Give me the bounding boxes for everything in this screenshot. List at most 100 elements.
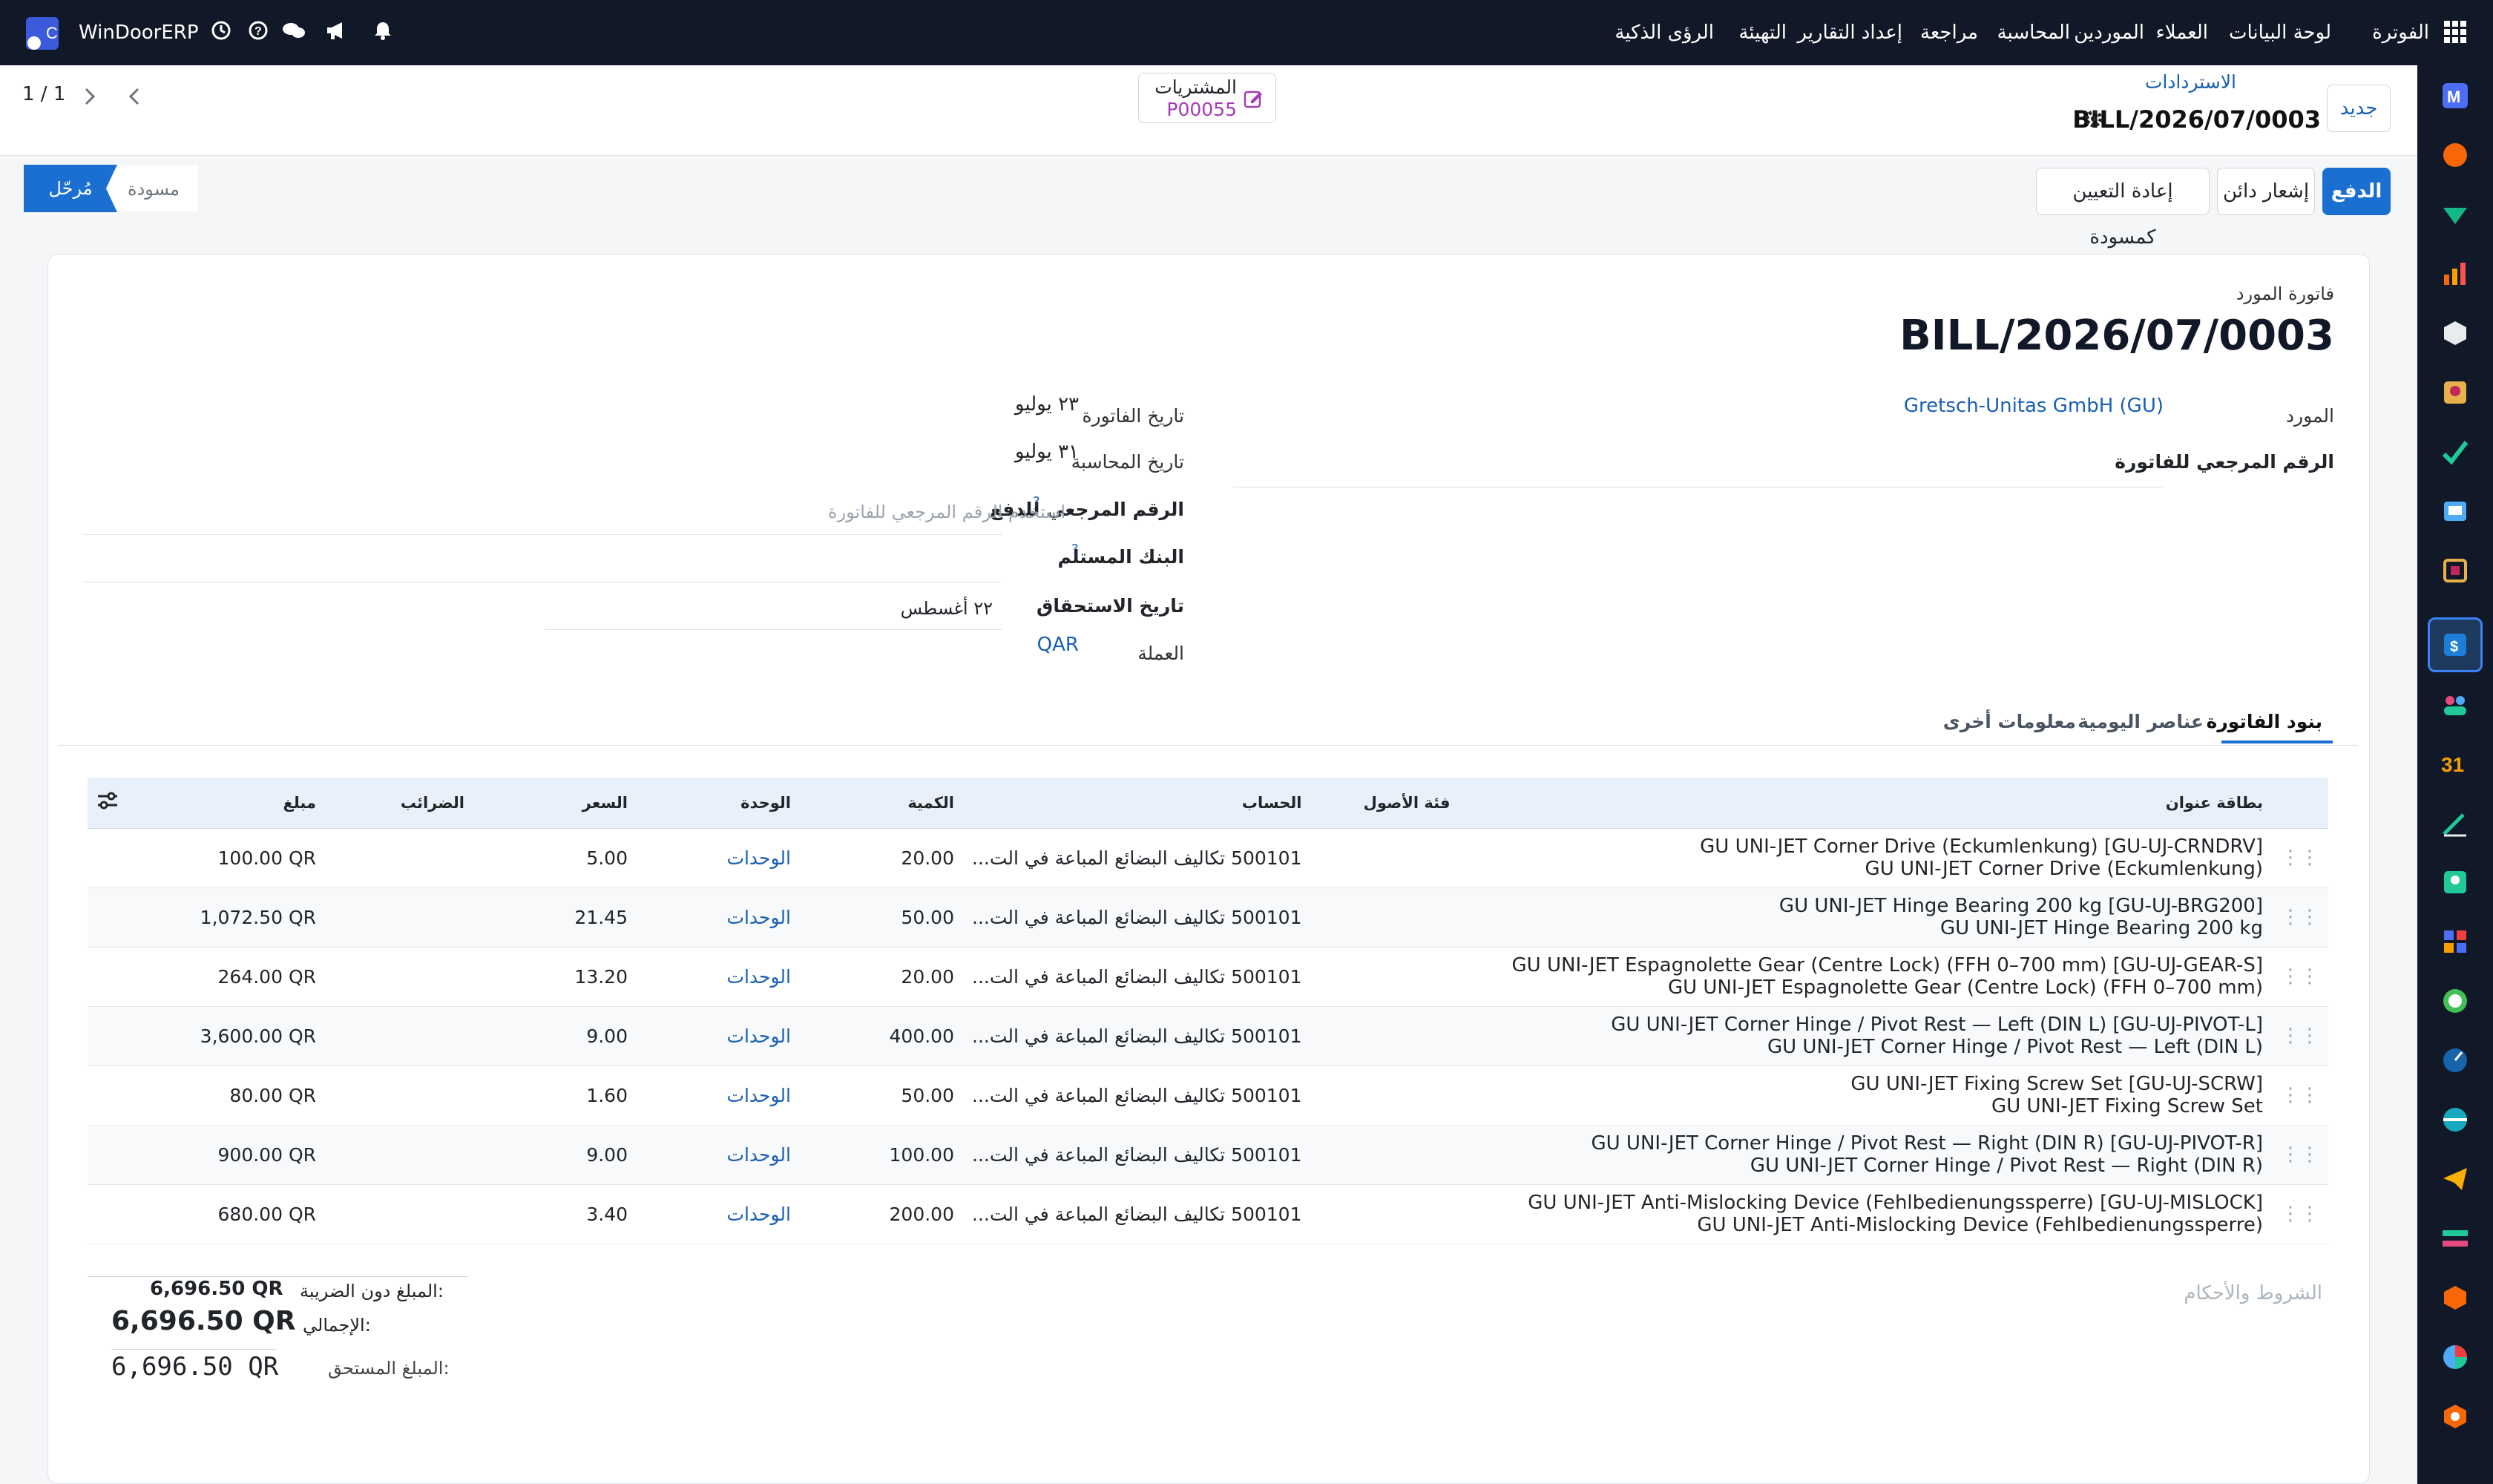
knowledge-app-icon[interactable] — [2441, 497, 2469, 525]
line-uom[interactable]: الوحدات — [637, 828, 800, 888]
bar-app-icon[interactable] — [2441, 1224, 2469, 1252]
menu-smart-insights[interactable]: الرؤى الذكية — [1615, 0, 1714, 65]
payment-reference-input[interactable]: استخدم الرقم المرجعي للفاتورة — [828, 502, 1065, 522]
menu-invoicing[interactable]: الفوترة — [2372, 0, 2429, 65]
table-row[interactable]: 900.00 QR 9.00 الوحدات 100.00 500101 تكاليف … — [88, 1125, 2328, 1185]
photo-app-icon[interactable] — [2441, 378, 2469, 407]
discuss-app-icon[interactable] — [2441, 141, 2469, 169]
col-amount[interactable]: مبلغ — [154, 778, 325, 829]
line-quantity[interactable]: 200.00 — [800, 1184, 963, 1244]
website-app-icon[interactable] — [2441, 1106, 2469, 1134]
dashboard-app-icon[interactable] — [2441, 928, 2469, 956]
drag-handle-icon[interactable]: ⋮⋮ — [2272, 887, 2328, 948]
line-asset-category[interactable] — [1310, 1125, 1459, 1185]
menu-dashboard[interactable]: لوحة البيانات — [2229, 0, 2331, 65]
col-uom[interactable]: الوحدة — [637, 778, 800, 829]
line-taxes[interactable] — [325, 1125, 473, 1185]
line-price[interactable]: 9.00 — [473, 1125, 637, 1185]
line-taxes[interactable] — [325, 947, 473, 1007]
breadcrumb-parent[interactable]: الاستردادات — [2145, 71, 2236, 93]
menu-configuration[interactable]: التهيئة — [1738, 0, 1787, 65]
drag-handle-icon[interactable]: ⋮⋮ — [2272, 1006, 2328, 1066]
line-uom[interactable]: الوحدات — [637, 947, 800, 1007]
drag-handle-icon[interactable]: ⋮⋮ — [2272, 828, 2328, 888]
line-uom[interactable]: الوحدات — [637, 887, 800, 948]
line-account[interactable]: 500101 تكاليف البضائع المباعة في الت... — [963, 887, 1311, 948]
col-label[interactable]: بطاقة عنوان — [1459, 778, 2272, 829]
line-account[interactable]: 500101 تكاليف البضائع المباعة في الت... — [963, 1125, 1311, 1185]
line-asset-category[interactable] — [1310, 1066, 1459, 1126]
line-uom[interactable]: الوحدات — [637, 1066, 800, 1126]
employees-app-icon[interactable] — [2441, 868, 2469, 896]
menu-customers[interactable]: العملاء — [2156, 0, 2208, 65]
line-asset-category[interactable] — [1310, 947, 1459, 1007]
line-price[interactable]: 5.00 — [473, 828, 637, 888]
col-price[interactable]: السعر — [473, 778, 637, 829]
bell-icon[interactable] — [372, 20, 398, 45]
table-row[interactable]: 264.00 QR 13.20 الوحدات 20.00 500101 تكاليف … — [88, 947, 2328, 1007]
cube-app-icon[interactable] — [2441, 1284, 2469, 1312]
col-quantity[interactable]: الكمية — [800, 778, 963, 829]
package-app-icon[interactable] — [2441, 556, 2469, 585]
line-price[interactable]: 13.20 — [473, 947, 637, 1007]
line-label[interactable]: GU UNI-JET Corner Hinge / Pivot Rest — R… — [1459, 1125, 2272, 1185]
drag-handle-icon[interactable]: ⋮⋮ — [2272, 1125, 2328, 1185]
pager-counter[interactable]: 1 / 1 — [22, 83, 65, 105]
line-taxes[interactable] — [325, 887, 473, 948]
mail-app-icon[interactable]: M — [2441, 82, 2469, 110]
line-quantity[interactable]: 100.00 — [800, 1125, 963, 1185]
credit-note-button[interactable]: إشعار دائن — [2217, 168, 2315, 215]
line-quantity[interactable]: 20.00 — [800, 828, 963, 888]
line-uom[interactable]: الوحدات — [637, 1125, 800, 1185]
line-taxes[interactable] — [325, 1184, 473, 1244]
invoice-date-value[interactable]: ٢٣ يوليو — [1015, 393, 1079, 416]
invoicing-app-icon[interactable]: $ — [2441, 631, 2469, 659]
line-account[interactable]: 500101 تكاليف البضائع المباعة في الت... — [963, 1184, 1311, 1244]
calendar-app-icon[interactable]: 31 — [2441, 749, 2469, 778]
sign-app-icon[interactable] — [2441, 200, 2469, 229]
contacts-app-icon[interactable] — [2441, 690, 2469, 718]
line-label[interactable]: GU UNI-JET Fixing Screw Set [GU-UJ-SCRW]… — [1459, 1066, 2272, 1126]
pager-prev-icon[interactable] — [120, 77, 150, 116]
table-row[interactable]: 1,072.50 QR 21.45 الوحدات 50.00 500101 تكالي… — [88, 887, 2328, 948]
optional-columns-toggle[interactable] — [88, 778, 154, 829]
menu-vendors[interactable]: الموردين — [2074, 0, 2144, 65]
table-row[interactable]: 680.00 QR 3.40 الوحدات 200.00 500101 تكاليف … — [88, 1184, 2328, 1244]
reset-to-draft-button[interactable]: إعادة التعيين كمسودة — [2036, 168, 2210, 249]
sliders-icon[interactable] — [96, 792, 119, 813]
line-price[interactable]: 21.45 — [473, 887, 637, 948]
recipient-bank-help[interactable]: ? — [1071, 542, 1079, 557]
apps-grid-icon[interactable] — [2443, 19, 2468, 45]
menu-reporting[interactable]: إعداد التقارير — [1797, 0, 1902, 65]
line-quantity[interactable]: 50.00 — [800, 1066, 963, 1126]
tab-journal-items[interactable]: عناصر اليومية — [2078, 711, 2204, 732]
whatsapp-app-icon[interactable] — [2441, 987, 2469, 1015]
tasks-app-icon[interactable] — [2441, 438, 2469, 466]
currency-value[interactable]: QAR — [1037, 634, 1079, 656]
line-label[interactable]: GU UNI-JET Hinge Bearing 200 kg [GU-UJ-B… — [1459, 887, 2272, 948]
col-account[interactable]: الحساب — [963, 778, 1311, 829]
charts-app-icon[interactable] — [2441, 260, 2469, 288]
due-date-value[interactable]: ٢٢ أغسطس — [901, 598, 993, 619]
line-price[interactable]: 9.00 — [473, 1006, 637, 1066]
gear-icon[interactable] — [2083, 108, 2104, 129]
line-quantity[interactable]: 50.00 — [800, 887, 963, 948]
line-taxes[interactable] — [325, 1066, 473, 1126]
menu-accounting[interactable]: المحاسبة — [1997, 0, 2070, 65]
line-asset-category[interactable] — [1310, 887, 1459, 948]
tab-other-info[interactable]: معلومات أخرى — [1943, 711, 2076, 732]
hex-app-icon[interactable] — [2441, 1402, 2469, 1431]
table-row[interactable]: 3,600.00 QR 9.00 الوحدات 400.00 500101 تكالي… — [88, 1006, 2328, 1066]
megaphone-icon[interactable] — [325, 20, 350, 45]
line-quantity[interactable]: 20.00 — [800, 947, 963, 1007]
terms-conditions-input[interactable]: الشروط والأحكام — [2184, 1282, 2322, 1304]
line-account[interactable]: 500101 تكاليف البضائع المباعة في الت... — [963, 828, 1311, 888]
line-taxes[interactable] — [325, 828, 473, 888]
pie-app-icon[interactable] — [2441, 1343, 2469, 1371]
sign-pen-app-icon[interactable] — [2441, 809, 2469, 837]
line-quantity[interactable]: 400.00 — [800, 1006, 963, 1066]
vendor-value[interactable]: Gretsch-Unitas GmbH (GU) — [1904, 395, 2164, 417]
chat-icon[interactable] — [282, 20, 307, 45]
line-account[interactable]: 500101 تكاليف البضائع المباعة في الت... — [963, 1066, 1311, 1126]
line-asset-category[interactable] — [1310, 828, 1459, 888]
